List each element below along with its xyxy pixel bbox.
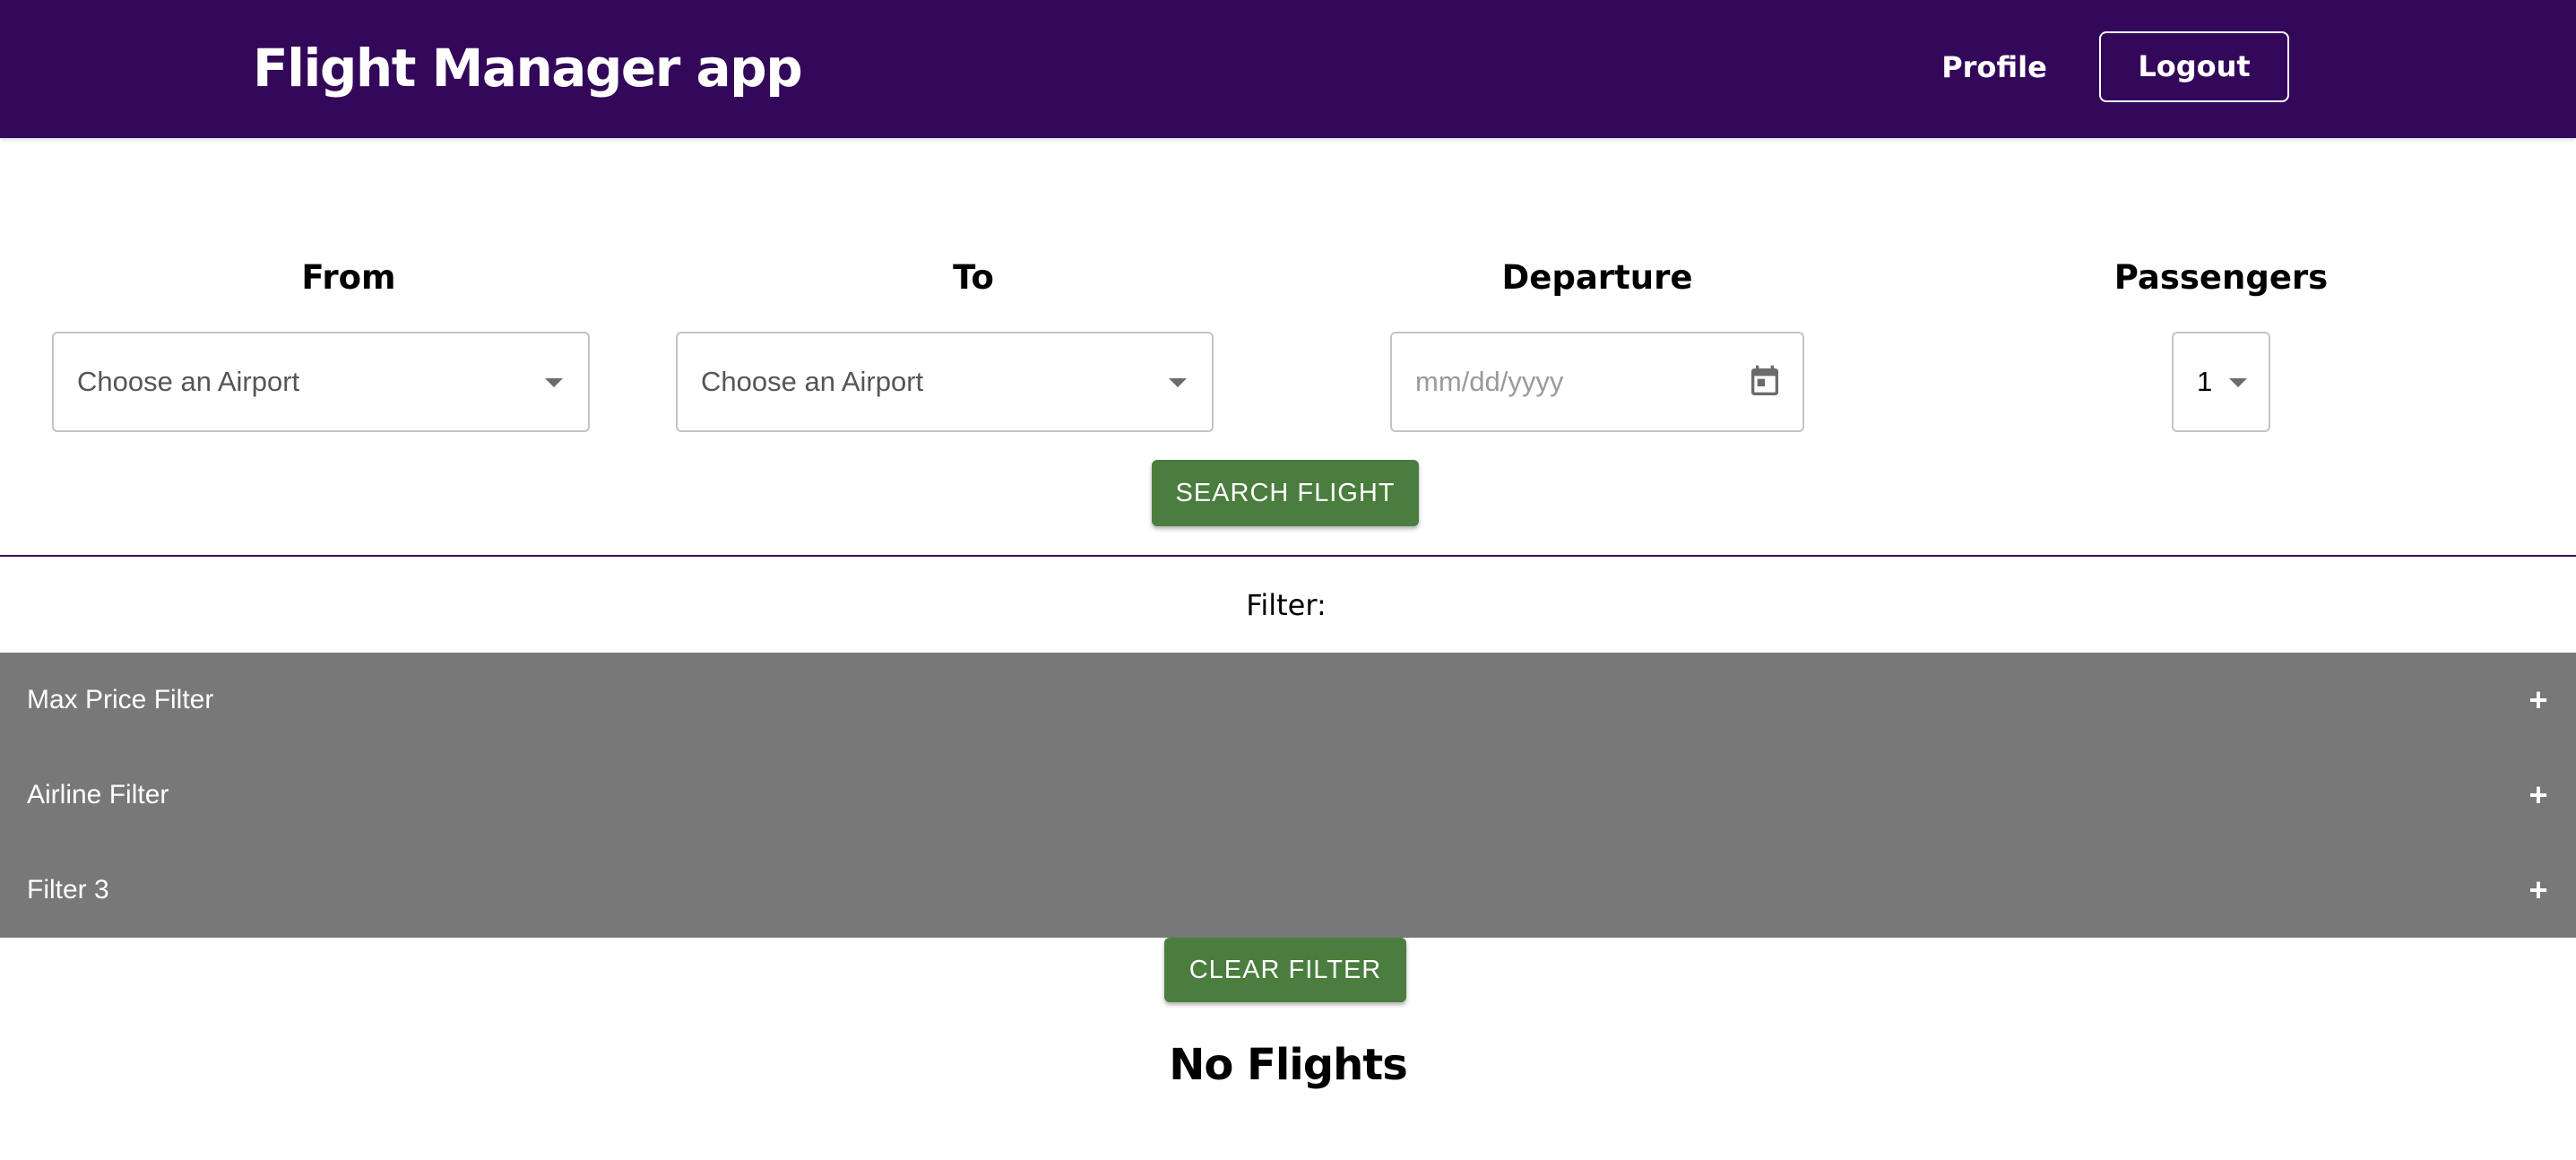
filter-accordion: Max Price Filter + Airline Filter + Filt… [0,653,2576,938]
to-label: To [953,258,994,297]
to-airport-select[interactable]: Choose an Airport [676,332,1214,432]
passengers-label: Passengers [2114,258,2329,297]
expand-plus-icon[interactable]: + [2520,843,2556,938]
filter-label: Max Price Filter [27,685,214,714]
logout-button[interactable]: Logout [2099,31,2289,102]
max-price-filter-row[interactable]: Max Price Filter + [0,653,2576,748]
profile-link[interactable]: Profile [1936,41,2053,93]
departure-date-placeholder: mm/dd/yyyy [1415,366,1564,397]
search-flight-button[interactable]: SEARCH FLIGHT [1152,460,1419,526]
clear-filter-button[interactable]: CLEAR FILTER [1164,938,1406,1002]
section-divider [0,555,2576,557]
from-airport-value: Choose an Airport [77,366,300,397]
expand-plus-icon[interactable]: + [2520,653,2556,748]
top-navbar: Flight Manager app Profile Logout [0,0,2576,138]
chevron-down-icon [545,378,563,387]
airline-filter-row[interactable]: Airline Filter + [0,748,2576,843]
from-airport-select[interactable]: Choose an Airport [52,332,590,432]
departure-date-input[interactable]: mm/dd/yyyy [1390,332,1804,432]
no-flights-message: No Flights [1169,1040,1408,1090]
calendar-icon[interactable] [1747,362,1783,402]
expand-plus-icon[interactable]: + [2520,748,2556,843]
filter-title: Filter: [1246,588,1327,622]
to-airport-value: Choose an Airport [701,366,924,397]
app-title[interactable]: Flight Manager app [253,32,803,104]
filter-3-row[interactable]: Filter 3 + [0,843,2576,938]
passengers-select[interactable]: 1 [2172,332,2270,432]
chevron-down-icon [1169,378,1187,387]
passengers-value: 1 [2197,366,2213,397]
chevron-down-icon [2229,378,2247,387]
from-label: From [301,258,396,297]
filter-label: Airline Filter [27,780,169,809]
filter-label: Filter 3 [27,875,109,905]
departure-label: Departure [1501,258,1693,297]
